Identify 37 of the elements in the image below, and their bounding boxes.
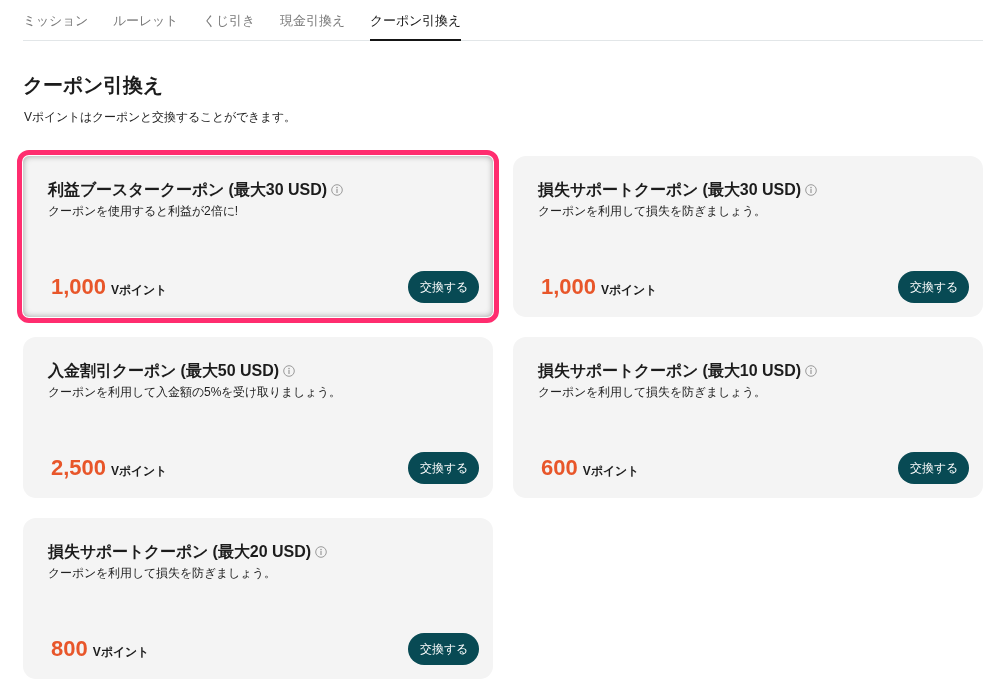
points-amount: 600 <box>541 455 578 481</box>
coupon-title: 損失サポートクーポン (最大10 USD) <box>538 361 802 381</box>
exchange-button[interactable]: 交換する <box>408 633 479 665</box>
info-icon[interactable] <box>283 365 296 377</box>
points-unit: Vポイント <box>601 282 658 299</box>
coupon-title: 損失サポートクーポン (最大20 USD) <box>48 542 312 562</box>
points-unit: Vポイント <box>111 282 168 299</box>
tab[interactable]: ルーレット <box>113 8 178 41</box>
points-amount: 800 <box>51 636 88 662</box>
coupon-description: クーポンを利用して入金額の5%を受け取りましょう。 <box>48 385 342 400</box>
page-heading: クーポン引換え <box>23 73 163 98</box>
tab[interactable]: くじ引き <box>203 8 255 41</box>
tab[interactable]: クーポン引換え <box>370 8 461 41</box>
coupon-description: クーポンを利用して損失を防ぎましょう。 <box>48 566 276 581</box>
points-unit: Vポイント <box>582 463 639 480</box>
points-amount: 2,500 <box>51 455 107 481</box>
exchange-button[interactable]: 交換する <box>898 271 969 303</box>
info-icon[interactable] <box>805 184 818 196</box>
coupon-title: 利益ブースタークーポン (最大30 USD) <box>48 180 328 200</box>
coupon-title: 損失サポートクーポン (最大30 USD) <box>538 180 802 200</box>
exchange-button[interactable]: 交換する <box>408 271 479 303</box>
info-icon[interactable] <box>805 365 818 377</box>
tab[interactable]: 現金引換え <box>280 8 345 41</box>
tab[interactable]: ミッション <box>23 8 88 41</box>
exchange-button[interactable]: 交換する <box>898 452 969 484</box>
points-amount: 1,000 <box>541 274 597 300</box>
coupon-description: クーポンを利用して損失を防ぎましょう。 <box>538 385 766 400</box>
exchange-button[interactable]: 交換する <box>408 452 479 484</box>
coupon-title: 入金割引クーポン (最大50 USD) <box>48 361 280 381</box>
points-unit: Vポイント <box>111 463 168 480</box>
coupon-description: クーポンを使用すると利益が2倍に! <box>48 204 238 219</box>
points-unit: Vポイント <box>92 644 149 661</box>
coupon-description: クーポンを利用して損失を防ぎましょう。 <box>538 204 766 219</box>
info-icon[interactable] <box>331 184 344 196</box>
points-amount: 1,000 <box>51 274 107 300</box>
info-icon[interactable] <box>315 546 328 558</box>
page-subtitle: Vポイントはクーポンと交換することができます。 <box>24 110 296 125</box>
